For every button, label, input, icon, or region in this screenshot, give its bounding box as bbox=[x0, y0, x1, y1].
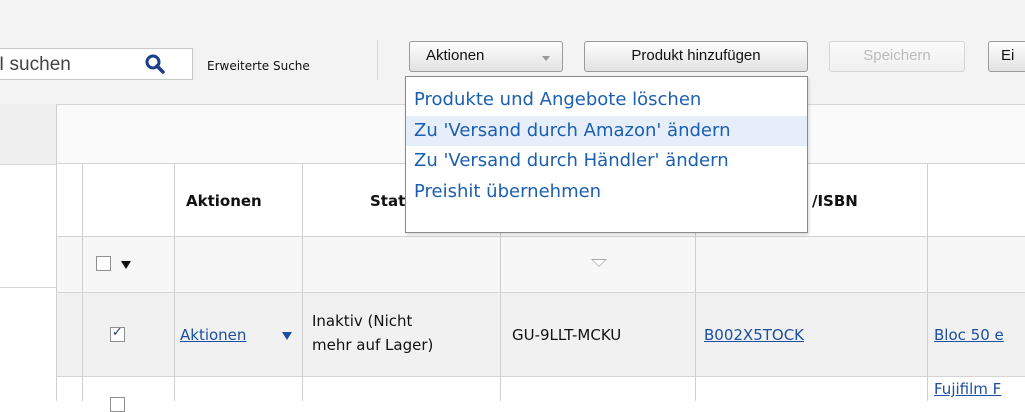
add-product-button[interactable]: Produkt hinzufügen bbox=[584, 41, 808, 72]
grid-line bbox=[56, 104, 57, 401]
actions-dropdown-button[interactable]: Aktionen bbox=[409, 41, 563, 72]
left-panel-divider bbox=[0, 287, 56, 288]
row-actions-link[interactable]: Aktionen bbox=[180, 326, 246, 344]
row-checkbox[interactable] bbox=[110, 325, 125, 342]
chevron-down-icon bbox=[542, 56, 550, 61]
row-title-link[interactable]: Bloc 50 e bbox=[934, 326, 1004, 344]
grid-line bbox=[82, 164, 83, 401]
sku-filter-icon[interactable] bbox=[591, 259, 607, 267]
menu-item-delete[interactable]: Produkte und Angebote löschen bbox=[406, 85, 807, 115]
header-status: Stat bbox=[370, 192, 406, 210]
grid-line bbox=[174, 164, 175, 401]
header-actions: Aktionen bbox=[186, 192, 262, 210]
menu-item-fba[interactable]: Zu 'Versand durch Amazon' ändern bbox=[406, 116, 807, 146]
more-button[interactable]: Ei bbox=[988, 41, 1025, 72]
advanced-search-link[interactable]: Erweiterte Suche bbox=[207, 59, 310, 73]
row-checkbox[interactable] bbox=[110, 397, 125, 412]
grid-line bbox=[927, 164, 928, 401]
row-status-line1: Inaktiv (Nicht bbox=[312, 312, 413, 330]
grid-line bbox=[302, 164, 303, 401]
actions-button-label: Aktionen bbox=[426, 47, 485, 64]
row-title-link[interactable]: Fujifilm F bbox=[934, 380, 1001, 398]
menu-item-deal[interactable]: Preishit übernehmen bbox=[406, 177, 807, 207]
save-button[interactable]: Speichern bbox=[829, 41, 965, 72]
row-status-line2: mehr auf Lager) bbox=[312, 336, 434, 354]
header-asin: /ISBN bbox=[812, 192, 858, 210]
actions-dropdown-menu: Produkte und Angebote löschen Zu 'Versan… bbox=[405, 76, 808, 233]
table-filter-row bbox=[56, 236, 1025, 292]
search-icon[interactable] bbox=[144, 53, 166, 75]
left-panel-header bbox=[0, 104, 56, 165]
row-sku: GU-9LLT-MCKU bbox=[512, 326, 622, 344]
select-menu-icon[interactable] bbox=[121, 261, 131, 269]
toolbar-separator bbox=[377, 40, 378, 80]
grid-line bbox=[56, 292, 1025, 293]
row-asin-link[interactable]: B002X5TOCK bbox=[704, 326, 804, 344]
row-actions-caret-icon[interactable] bbox=[282, 332, 292, 340]
menu-item-merchant[interactable]: Zu 'Versand durch Händler' ändern bbox=[406, 146, 807, 176]
table-row: Aktionen Inaktiv (Nicht mehr auf Lager) … bbox=[56, 292, 1025, 376]
table-row: Fujifilm F bbox=[56, 376, 1025, 412]
grid-line bbox=[56, 236, 1025, 237]
select-all-checkbox[interactable] bbox=[96, 256, 111, 271]
grid-line bbox=[56, 376, 1025, 377]
search-input[interactable]: I suchen bbox=[0, 48, 193, 80]
search-input-text: I suchen bbox=[0, 54, 71, 75]
